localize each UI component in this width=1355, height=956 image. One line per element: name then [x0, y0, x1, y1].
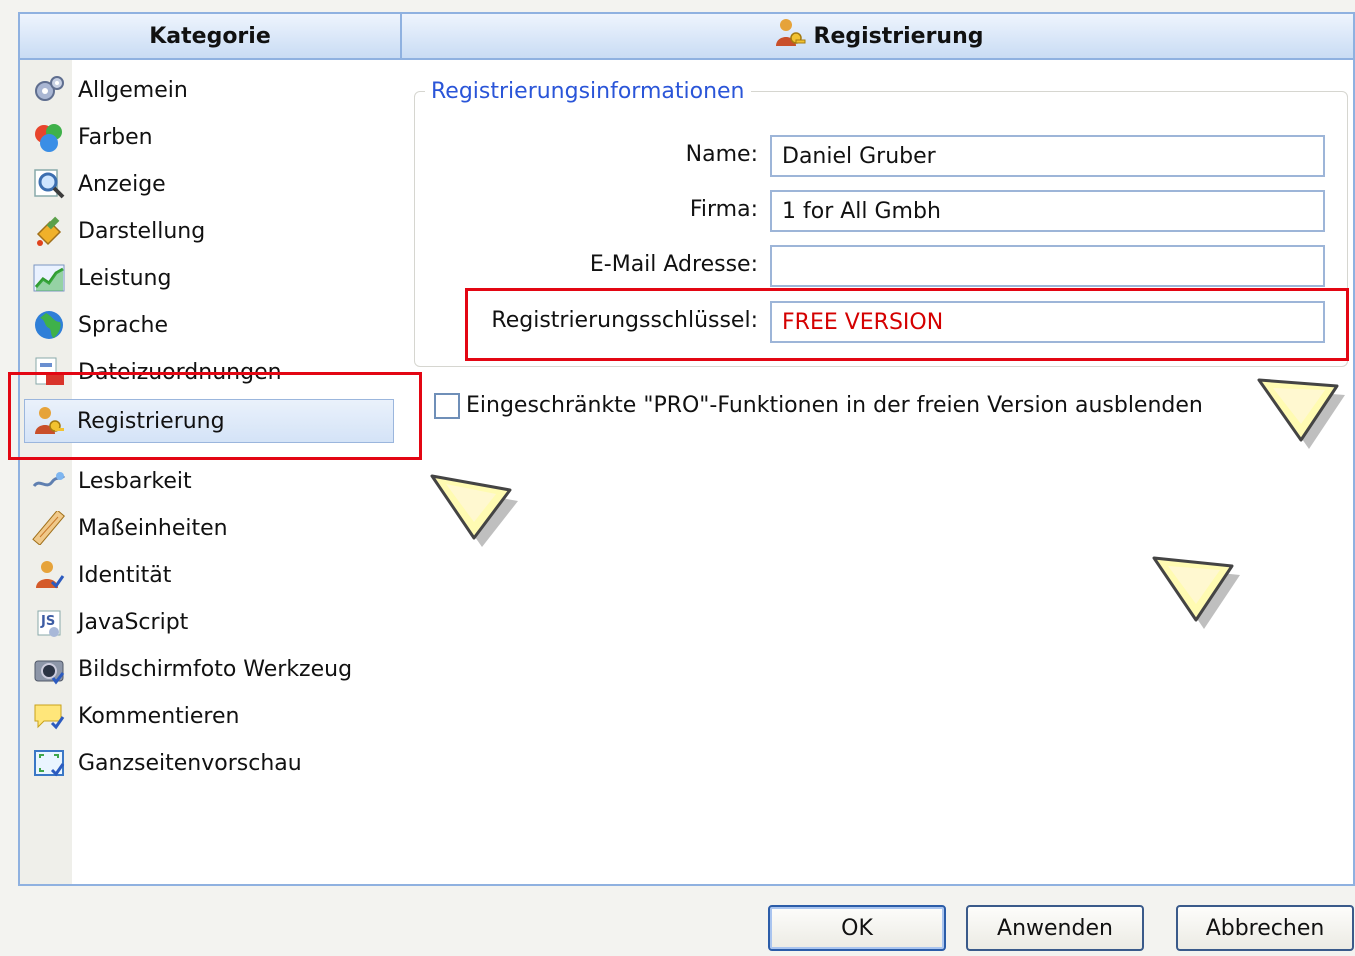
category-item-label: Identität	[78, 562, 172, 588]
ruler-icon	[30, 509, 68, 547]
camera-icon	[30, 650, 68, 688]
category-item-bildschirmfoto-werkzeug[interactable]: Bildschirmfoto Werkzeug	[26, 649, 392, 689]
category-item-leistung[interactable]: Leistung	[26, 258, 392, 298]
category-item-sprache[interactable]: Sprache	[26, 305, 392, 345]
category-item-farben[interactable]: Farben	[26, 117, 392, 157]
category-item-label: Kommentieren	[78, 703, 240, 729]
company-label: Firma:	[689, 197, 758, 222]
pointer-arrow-icon	[1257, 378, 1345, 449]
content-header: Registrierung	[400, 12, 1355, 60]
category-highlight-box	[8, 372, 422, 460]
hide-pro-features-checkbox[interactable]	[434, 393, 460, 419]
category-item-label: Sprache	[78, 312, 169, 338]
category-item-label: JavaScript	[78, 609, 189, 635]
readability-icon	[30, 462, 68, 500]
category-item-identität[interactable]: Identität	[26, 555, 392, 595]
identity-icon	[30, 556, 68, 594]
category-item-maßeinheiten[interactable]: Maßeinheiten	[26, 508, 392, 548]
category-item-label: Allgemein	[78, 77, 188, 103]
email-label: E-Mail Adresse:	[589, 252, 758, 277]
registration-key-highlight-box	[465, 288, 1349, 361]
category-item-label: Darstellung	[78, 218, 206, 244]
company-field[interactable]	[770, 190, 1325, 232]
ok-button[interactable]: OK	[768, 905, 946, 951]
category-item-label: Anzeige	[78, 171, 166, 197]
pointer-arrow-icon	[430, 474, 518, 547]
cancel-button[interactable]: Abbrechen	[1176, 905, 1354, 951]
registration-info-title: Registrierungsinformationen	[431, 79, 745, 104]
category-item-ganzseitenvorschau[interactable]: Ganzseitenvorschau	[26, 743, 392, 783]
category-header-label: Kategorie	[149, 23, 271, 49]
category-item-label: Ganzseitenvorschau	[78, 750, 302, 776]
category-item-javascript[interactable]: JS JavaScript	[26, 602, 392, 642]
category-item-kommentieren[interactable]: Kommentieren	[26, 696, 392, 736]
fullpage-preview-icon	[30, 744, 68, 782]
comment-icon	[30, 697, 68, 735]
category-item-label: Leistung	[78, 265, 172, 291]
magnifier-icon	[30, 165, 68, 203]
category-item-label: Bildschirmfoto Werkzeug	[78, 656, 353, 682]
performance-chart-icon	[30, 259, 68, 297]
category-item-allgemein[interactable]: Allgemein	[26, 70, 392, 110]
gears-icon	[30, 71, 68, 109]
category-item-label: Lesbarkeit	[78, 468, 192, 494]
category-item-label: Farben	[78, 124, 153, 150]
hide-pro-features-label: Eingeschränkte "PRO"-Funktionen in der f…	[466, 393, 1203, 418]
javascript-icon: JS	[30, 603, 68, 641]
category-item-lesbarkeit[interactable]: Lesbarkeit	[26, 461, 392, 501]
color-balls-icon	[30, 118, 68, 156]
name-label: Name:	[685, 142, 758, 167]
apply-button[interactable]: Anwenden	[966, 905, 1144, 951]
name-field[interactable]	[770, 135, 1325, 177]
category-item-darstellung[interactable]: Darstellung	[26, 211, 392, 251]
email-field[interactable]	[770, 245, 1325, 287]
category-item-label: Maßeinheiten	[78, 515, 228, 541]
user-key-icon	[772, 16, 806, 56]
category-item-anzeige[interactable]: Anzeige	[26, 164, 392, 204]
globe-icon	[30, 306, 68, 344]
svg-text:JS: JS	[40, 614, 55, 629]
paint-bucket-icon	[30, 212, 68, 250]
pointer-arrow-icon	[1152, 556, 1240, 629]
category-header: Kategorie	[18, 12, 402, 60]
content-header-label: Registrierung	[813, 23, 984, 49]
